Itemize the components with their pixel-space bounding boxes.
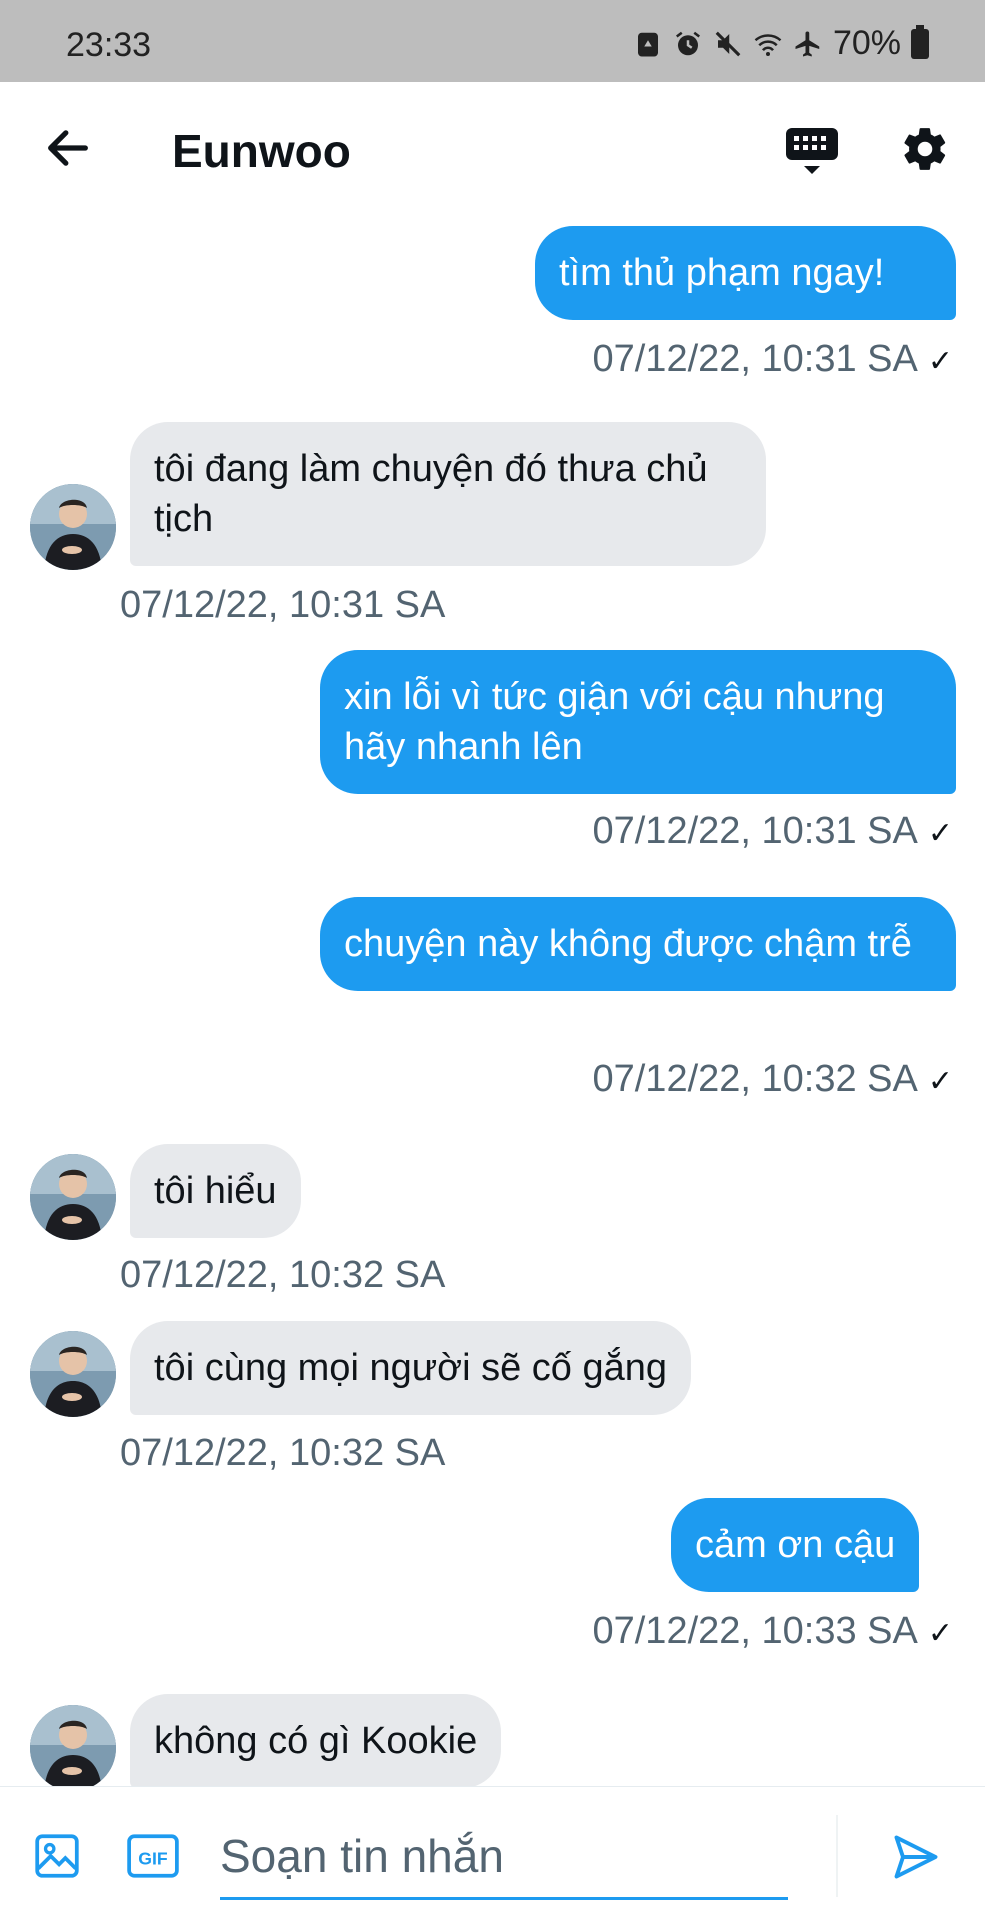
status-time: 23:33 <box>66 26 152 64</box>
recycle-icon <box>637 32 658 56</box>
message-composer: GIF <box>0 1786 985 1921</box>
sent-check-icon: ✓ <box>927 817 953 850</box>
contact-name[interactable]: Eunwoo <box>172 124 351 178</box>
message-bubble[interactable]: không có gì Kookie <box>130 1694 502 1786</box>
gear-icon[interactable] <box>900 124 950 174</box>
mute-icon <box>715 31 741 56</box>
message-incoming: tôi đang làm chuyện đó thưa chủ tịch <box>130 422 766 566</box>
battery-icon <box>911 24 929 59</box>
back-arrow-icon[interactable] <box>42 122 94 174</box>
message-bubble[interactable]: tôi hiểu <box>130 1144 301 1238</box>
gif-icon[interactable]: GIF <box>126 1831 180 1881</box>
alarm-icon <box>675 31 700 55</box>
message-incoming: tôi cùng mọi người sẽ cố gắng <box>130 1321 691 1415</box>
message-timestamp: 07/12/22, 10:31 SA <box>120 584 446 626</box>
message-timestamp: 07/12/22, 10:33 SA ✓ <box>592 1610 953 1652</box>
avatar[interactable] <box>30 1705 116 1786</box>
status-bar: 23:33 70% <box>0 0 985 82</box>
send-icon[interactable] <box>888 1831 944 1883</box>
message-list[interactable]: tìm thủ phạm ngay! 07/12/22, 10:31 SA ✓ t… <box>0 220 985 1786</box>
airplane-icon <box>795 31 820 56</box>
battery-percent: 70% <box>832 24 901 62</box>
message-input[interactable] <box>220 1815 788 1900</box>
message-outgoing: xin lỗi vì tức giận với cậu nhưng hãy nh… <box>320 650 956 794</box>
avatar[interactable] <box>30 1331 116 1417</box>
avatar[interactable] <box>30 1154 116 1240</box>
composer-divider <box>836 1815 838 1897</box>
sent-check-icon: ✓ <box>927 1065 953 1098</box>
wifi-icon <box>754 33 782 56</box>
message-bubble[interactable]: cảm ơn cậu <box>671 1498 920 1592</box>
avatar-image <box>30 484 116 570</box>
image-icon[interactable] <box>32 1831 82 1881</box>
message-bubble[interactable]: xin lỗi vì tức giận với cậu nhưng hãy nh… <box>320 650 956 794</box>
message-incoming: tôi hiểu <box>130 1144 301 1238</box>
sent-check-icon: ✓ <box>927 1617 953 1650</box>
message-bubble[interactable]: tôi đang làm chuyện đó thưa chủ tịch <box>130 422 766 566</box>
message-outgoing: chuyện này không được chậm trễ <box>320 897 956 991</box>
message-outgoing: tìm thủ phạm ngay! <box>535 226 956 320</box>
message-timestamp: 07/12/22, 10:32 SA ✓ <box>592 1058 953 1100</box>
message-bubble[interactable]: tôi cùng mọi người sẽ cố gắng <box>130 1321 691 1415</box>
conversation-header: Eunwoo <box>0 82 985 220</box>
message-timestamp: 07/12/22, 10:31 SA ✓ <box>592 810 953 852</box>
message-timestamp: 07/12/22, 10:32 SA <box>120 1432 446 1474</box>
message-bubble[interactable]: tìm thủ phạm ngay! <box>535 226 956 320</box>
message-timestamp: 07/12/22, 10:31 SA ✓ <box>592 338 953 380</box>
avatar-image <box>30 1705 116 1786</box>
keyboard-icon[interactable] <box>784 126 840 178</box>
message-timestamp: 07/12/22, 10:32 SA <box>120 1254 446 1296</box>
status-icons: 70% <box>633 24 929 63</box>
message-incoming: không có gì Kookie <box>130 1694 502 1786</box>
sent-check-icon: ✓ <box>927 345 953 378</box>
avatar[interactable] <box>30 484 116 570</box>
gif-label: GIF <box>138 1848 168 1868</box>
message-outgoing: cảm ơn cậu <box>671 1498 920 1592</box>
message-bubble[interactable]: chuyện này không được chậm trễ <box>320 897 956 991</box>
avatar-image <box>30 1331 116 1417</box>
avatar-image <box>30 1154 116 1240</box>
